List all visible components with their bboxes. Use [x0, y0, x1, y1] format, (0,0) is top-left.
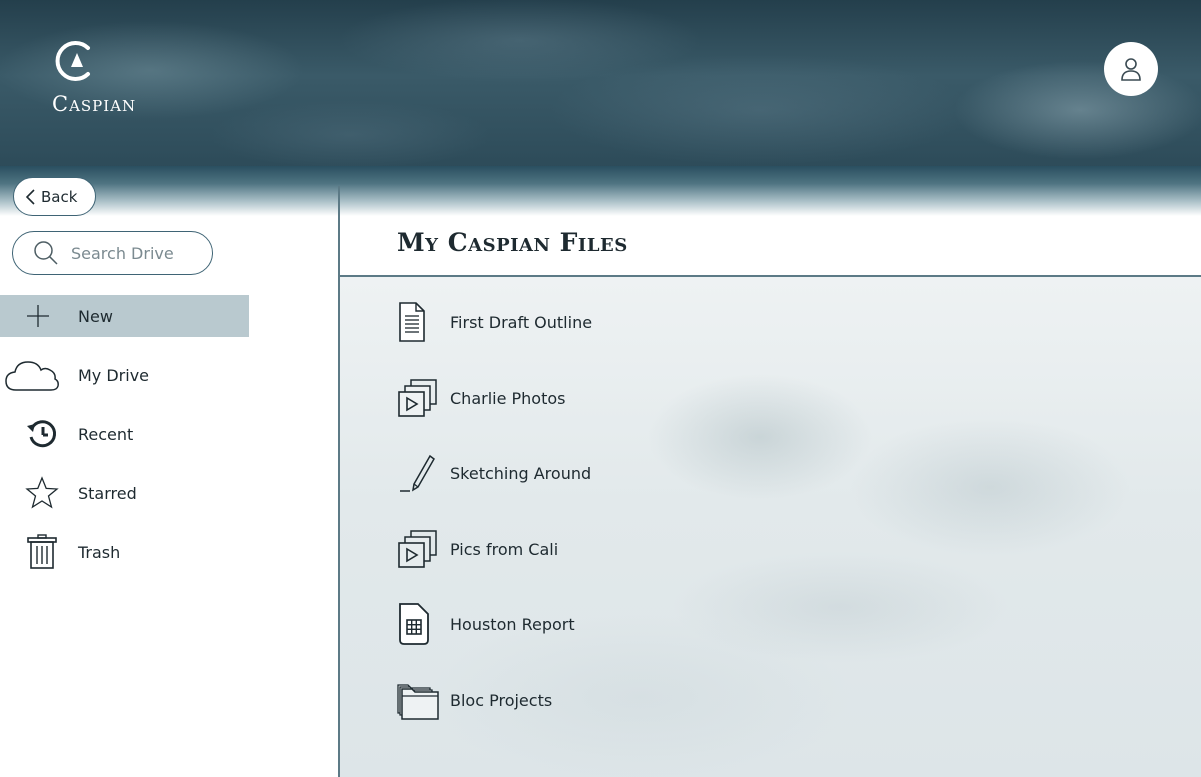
- sidebar-item-trash[interactable]: Trash: [0, 531, 249, 573]
- media-stack-icon: [394, 374, 444, 422]
- header-banner: [0, 0, 1201, 168]
- file-item[interactable]: First Draft Outline: [394, 298, 714, 346]
- title-divider: [340, 275, 1201, 277]
- chevron-left-icon: [26, 188, 35, 205]
- folder-stack-icon: [394, 676, 444, 724]
- search-box[interactable]: [12, 231, 213, 275]
- cloud-icon: [2, 354, 62, 396]
- sidebar-item-label: My Drive: [78, 365, 150, 385]
- plus-icon: [8, 295, 68, 337]
- header-fade: [0, 166, 1201, 216]
- brand-name: Caspian: [52, 92, 137, 116]
- sidebar-item-label: Trash: [78, 542, 121, 562]
- sidebar-item-new[interactable]: New: [0, 295, 249, 337]
- file-item[interactable]: Houston Report: [394, 600, 714, 648]
- pencil-icon: [394, 449, 444, 497]
- document-icon: [394, 298, 444, 346]
- sidebar-item-recent[interactable]: Recent: [0, 413, 249, 455]
- sidebar-item-label: New: [78, 306, 113, 326]
- file-name: Sketching Around: [450, 463, 592, 483]
- file-item[interactable]: Sketching Around: [394, 449, 714, 497]
- caspian-logo-icon: [55, 41, 90, 81]
- search-input[interactable]: [71, 243, 211, 263]
- page-title: My Caspian Files: [397, 228, 628, 257]
- account-button[interactable]: [1104, 42, 1158, 96]
- search-icon: [34, 241, 58, 265]
- sidebar-item-label: Recent: [78, 424, 134, 444]
- star-icon: [12, 472, 72, 514]
- user-icon: [1121, 58, 1141, 81]
- file-item[interactable]: Pics from Cali: [394, 525, 714, 573]
- file-name: Bloc Projects: [450, 690, 553, 710]
- back-button[interactable]: Back: [13, 177, 96, 216]
- file-name: Houston Report: [450, 614, 575, 634]
- sidebar-item-starred[interactable]: Starred: [0, 472, 249, 514]
- file-item[interactable]: Bloc Projects: [394, 676, 714, 724]
- back-button-label: Back: [41, 187, 78, 206]
- spreadsheet-icon: [394, 600, 444, 648]
- media-stack-icon: [394, 525, 444, 573]
- sidebar-item-my-drive[interactable]: My Drive: [0, 354, 249, 396]
- file-name: Charlie Photos: [450, 388, 566, 408]
- file-name: First Draft Outline: [450, 312, 593, 332]
- trash-icon: [12, 531, 72, 573]
- sidebar-item-label: Starred: [78, 483, 137, 503]
- file-name: Pics from Cali: [450, 539, 559, 559]
- caspian-logo[interactable]: Caspian: [48, 38, 168, 120]
- file-item[interactable]: Charlie Photos: [394, 374, 714, 422]
- history-icon: [12, 413, 72, 455]
